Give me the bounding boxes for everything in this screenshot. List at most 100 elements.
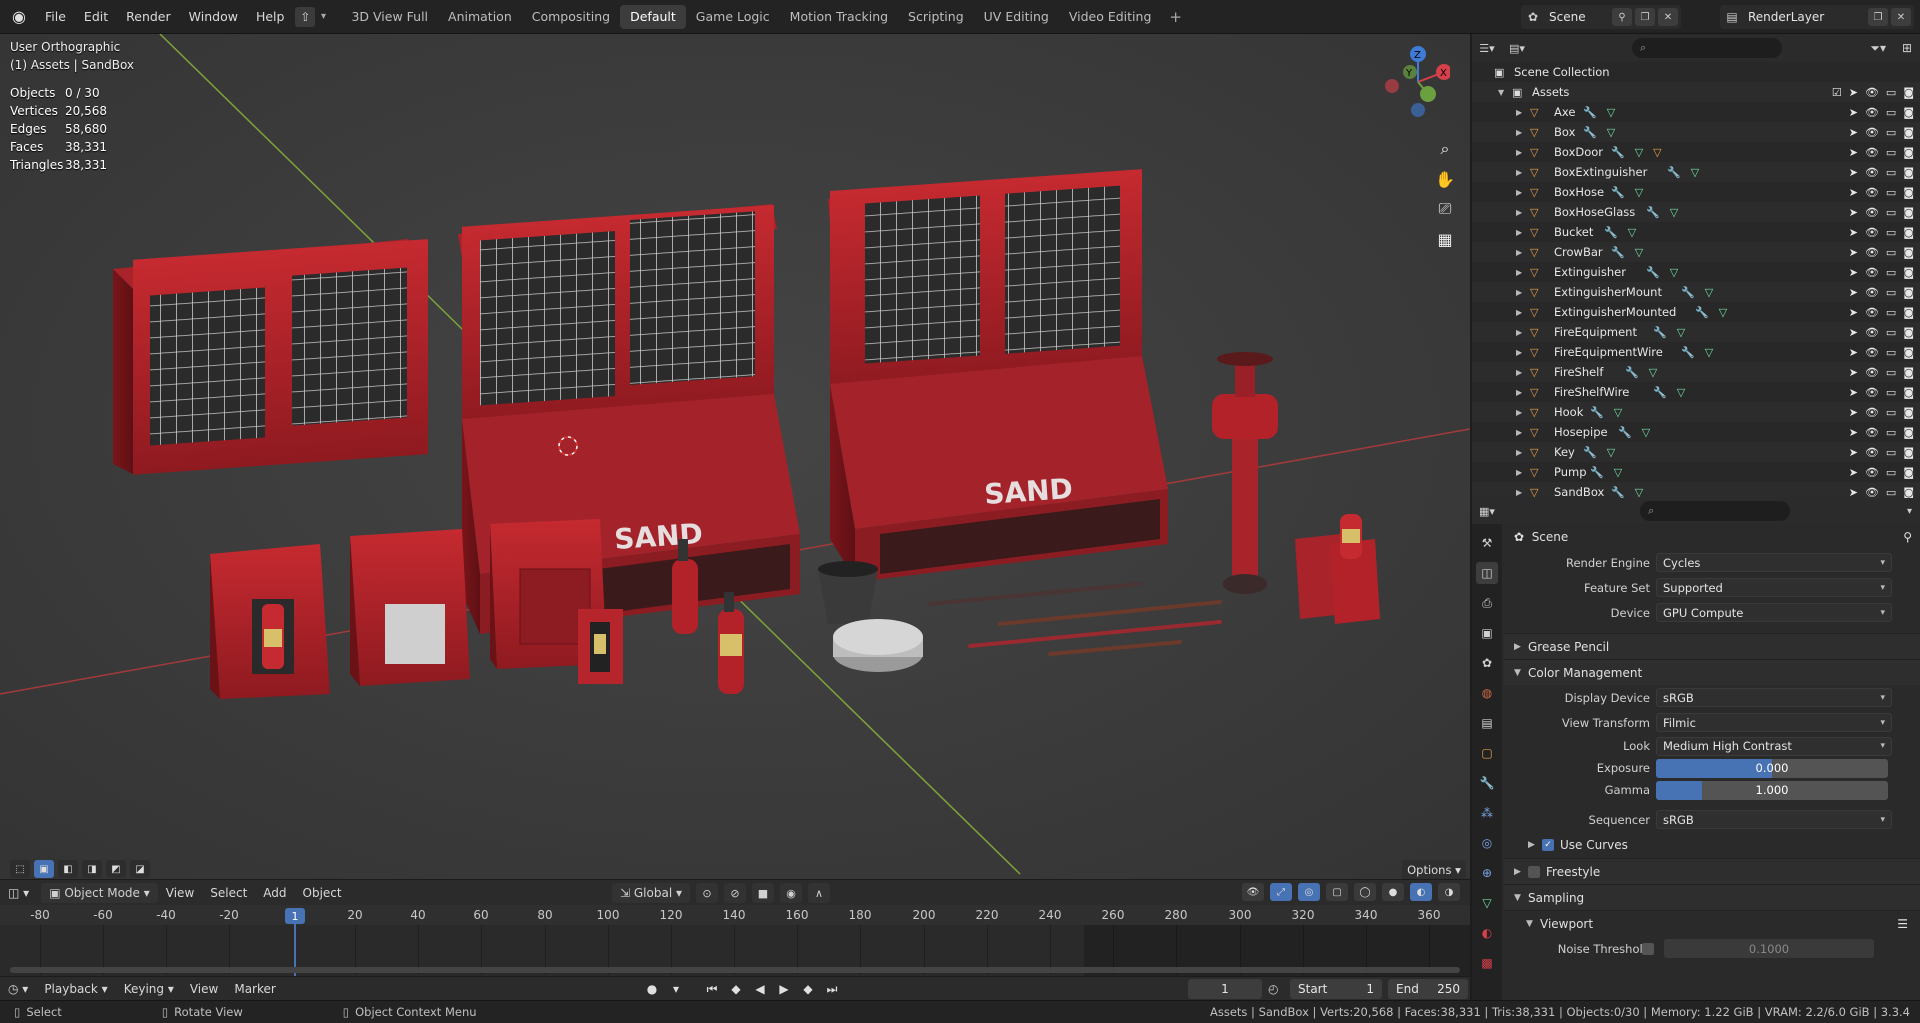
new-layer-icon[interactable]: ❐ [1868, 8, 1888, 26]
properties-editor-icon[interactable]: ▦▾ [1472, 505, 1502, 518]
camera-icon[interactable]: ◙ [1903, 346, 1914, 359]
monitor-icon[interactable]: ▭ [1886, 206, 1896, 219]
modifier-icon[interactable]: 🔧 [1611, 186, 1625, 199]
camera-icon[interactable]: ◙ [1903, 186, 1914, 199]
new-scene-icon[interactable]: ❐ [1635, 8, 1655, 26]
current-frame-field[interactable]: 1 [1188, 979, 1262, 999]
outliner-item-label[interactable]: Pump [1554, 465, 1587, 479]
timeline-scrollbar[interactable] [10, 967, 1460, 973]
grease-pencil-panel[interactable]: ▶ Grease Pencil [1504, 633, 1920, 659]
select-arrow-icon[interactable]: ➤ [1849, 306, 1858, 319]
eye-icon[interactable]: 👁 [1865, 126, 1879, 139]
monitor-icon[interactable]: ▭ [1886, 106, 1896, 119]
camera-icon[interactable]: ◙ [1903, 426, 1914, 439]
list-icon[interactable]: ☰ [1897, 917, 1908, 931]
eye-icon[interactable]: 👁 [1865, 326, 1879, 339]
pan-hand-icon[interactable]: ✋ [1430, 164, 1460, 194]
timeline[interactable]: -80 -60 -40 -20 20 40 60 80 100 120 140 … [0, 905, 1470, 980]
outliner-item-label[interactable]: ExtinguisherMounted [1554, 305, 1676, 319]
modifier-icon[interactable]: 🔧 [1611, 246, 1625, 259]
new-collection-icon[interactable]: ⊞ [1902, 41, 1912, 55]
wireframe-shading-icon[interactable]: ◯ [1354, 883, 1376, 901]
select-arrow-icon[interactable]: ➤ [1849, 126, 1858, 139]
camera-icon[interactable]: ◙ [1903, 206, 1914, 219]
outliner-item-row[interactable]: ▶ ▽ Hosepipe 🔧 ▽ ➤ 👁 ▭ ◙ [1472, 422, 1920, 442]
menu-select[interactable]: Select [202, 886, 255, 900]
expand-arrow-icon[interactable]: ▶ [1516, 408, 1526, 417]
select-arrow-icon[interactable]: ➤ [1849, 446, 1858, 459]
tab-uv-editing[interactable]: UV Editing [974, 5, 1059, 29]
mesh-data-icon[interactable]: ▽ [1635, 186, 1643, 199]
render-layer-name[interactable]: RenderLayer [1744, 10, 1868, 24]
prev-keyframe-icon[interactable]: ◆ [726, 979, 746, 999]
mesh-data-icon[interactable]: ▽ [1677, 386, 1685, 399]
expand-arrow-icon[interactable]: ▶ [1516, 188, 1526, 197]
modifier-icon[interactable]: 🔧 [1590, 406, 1604, 419]
tab-default[interactable]: Default [620, 4, 686, 29]
physics-tab-icon[interactable]: ◎ [1476, 832, 1498, 854]
menu-window[interactable]: Window [180, 9, 247, 24]
eye-icon[interactable]: 👁 [1865, 426, 1879, 439]
expand-arrow-icon[interactable]: ▶ [1516, 348, 1526, 357]
eye-icon[interactable]: 👁 [1865, 206, 1879, 219]
expand-arrow-icon[interactable]: ▶ [1516, 268, 1526, 277]
stopwatch-icon[interactable]: ◴ [1268, 982, 1284, 996]
collection-tab-icon[interactable]: ▤ [1476, 712, 1498, 734]
look-select[interactable]: Medium High Contrast ▾ [1656, 736, 1892, 756]
modifier-tab-icon[interactable]: 🔧 [1476, 772, 1498, 794]
eye-icon[interactable]: 👁 [1865, 446, 1879, 459]
mesh-data-icon[interactable]: ▽ [1607, 446, 1615, 459]
modifier-icon[interactable]: 🔧 [1646, 206, 1660, 219]
camera-icon[interactable]: ◙ [1903, 246, 1914, 259]
snap-target-icon[interactable]: ■ [752, 883, 774, 903]
material-icon[interactable]: ▽ [1653, 146, 1661, 159]
select-extend-icon[interactable]: ◧ [58, 860, 78, 878]
camera-icon[interactable]: ◙ [1903, 326, 1914, 339]
tab-scripting[interactable]: Scripting [898, 5, 974, 29]
monitor-icon[interactable]: ▭ [1886, 186, 1896, 199]
menu-file[interactable]: File [36, 9, 75, 24]
modifier-icon[interactable]: 🔧 [1653, 386, 1667, 399]
xray-icon[interactable]: ▢ [1326, 883, 1348, 901]
expand-arrow-icon[interactable]: ▶ [1516, 468, 1526, 477]
expand-arrow-icon[interactable]: ▶ [1516, 368, 1526, 377]
options-button[interactable]: Options ▾ [1402, 860, 1466, 880]
select-invert-icon[interactable]: ◩ [106, 860, 126, 878]
expand-arrow-icon[interactable]: ▶ [1516, 488, 1526, 497]
record-icon[interactable]: ● [642, 979, 662, 999]
menu-marker[interactable]: Marker [226, 982, 283, 996]
outliner-item-label[interactable]: BoxHose [1554, 185, 1604, 199]
display-mode-icon[interactable]: ▤▾ [1502, 42, 1532, 55]
outliner-item-label[interactable]: FireShelfWire [1554, 385, 1629, 399]
camera-icon[interactable]: ◙ [1903, 266, 1914, 279]
material-shading-icon[interactable]: ◐ [1410, 883, 1432, 901]
camera-icon[interactable]: ◙ [1903, 146, 1914, 159]
camera-view-icon[interactable]: ⎚ [1430, 194, 1460, 224]
monitor-icon[interactable]: ▭ [1886, 326, 1896, 339]
particles-tab-icon[interactable]: ⁂ [1476, 802, 1498, 824]
monitor-icon[interactable]: ▭ [1886, 486, 1896, 499]
view-transform-select[interactable]: Filmic ▾ [1656, 713, 1892, 732]
outliner-item-row[interactable]: ▶ ▽ Box 🔧 ▽ ➤ 👁 ▭ ◙ [1472, 122, 1920, 142]
select-tool-icon[interactable]: ⬚ [10, 860, 30, 878]
tab-game-logic[interactable]: Game Logic [686, 5, 780, 29]
pivot-icon[interactable]: ⊙ [696, 883, 718, 903]
outliner-item-label[interactable]: FireEquipmentWire [1554, 345, 1663, 359]
camera-icon[interactable]: ◙ [1903, 106, 1914, 119]
outliner-item-row[interactable]: ▶ ▽ BoxHose 🔧 ▽ ➤ 👁 ▭ ◙ [1472, 182, 1920, 202]
modifier-icon[interactable]: 🔧 [1611, 146, 1625, 159]
modifier-icon[interactable]: 🔧 [1646, 266, 1660, 279]
end-frame-field[interactable]: End 250 [1388, 979, 1468, 999]
modifier-icon[interactable]: 🔧 [1590, 466, 1604, 479]
outliner-item-row[interactable]: ▶ ▽ Axe 🔧 ▽ ➤ 👁 ▭ ◙ [1472, 102, 1920, 122]
modifier-icon[interactable]: 🔧 [1604, 226, 1618, 239]
camera-icon[interactable]: ◙ [1903, 366, 1914, 379]
expand-arrow-icon[interactable]: ▶ [1516, 168, 1526, 177]
assets-collection-row[interactable]: ▼ ▣ Assets ☑ ➤ 👁 ▭ ◙ [1472, 82, 1920, 102]
outliner-item-row[interactable]: ▶ ▽ ExtinguisherMount 🔧 ▽ ➤ 👁 ▭ ◙ [1472, 282, 1920, 302]
menu-help[interactable]: Help [247, 9, 294, 24]
add-workspace-icon[interactable]: + [1161, 8, 1190, 26]
outliner-item-row[interactable]: ▶ ▽ BoxHoseGlass 🔧 ▽ ➤ 👁 ▭ ◙ [1472, 202, 1920, 222]
expand-arrow-icon[interactable]: ▶ [1516, 328, 1526, 337]
outliner-item-label[interactable]: BoxHoseGlass [1554, 205, 1635, 219]
